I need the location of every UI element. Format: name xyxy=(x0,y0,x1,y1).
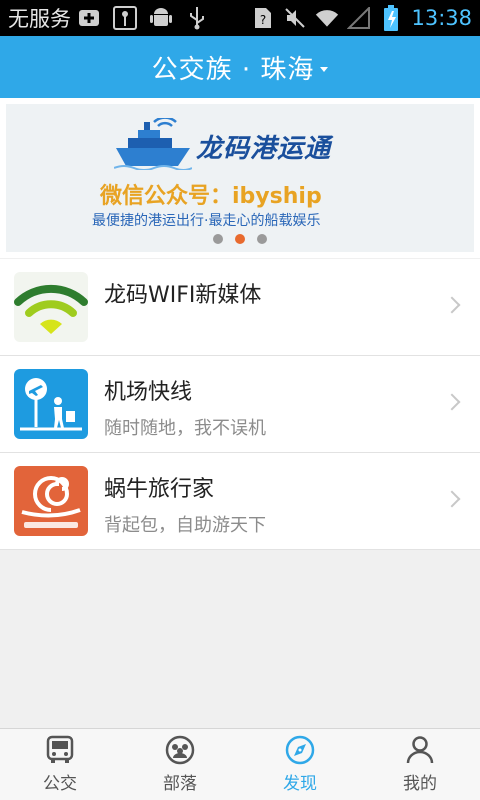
clock: 13:38 xyxy=(411,6,472,30)
nav-label: 发现 xyxy=(283,774,317,794)
nav-tab-bus[interactable]: 公交 xyxy=(0,729,120,800)
nav-label: 公交 xyxy=(43,774,77,794)
airport-express-icon xyxy=(14,369,88,439)
system-icons: ? 13:38 xyxy=(251,5,472,31)
city-selector[interactable]: 公交族 · 珠海 xyxy=(152,49,315,86)
carousel-dot-active[interactable] xyxy=(235,234,245,244)
banner-brand: 龙码港运通 xyxy=(196,134,332,164)
add-box-icon xyxy=(77,6,101,30)
nav-label: 我的 xyxy=(403,774,437,794)
list-item-airport-express[interactable]: 机场快线 随时随地，我不误机 xyxy=(0,356,480,453)
wechat-label: 微信公众号： xyxy=(100,184,233,209)
item-title: 龙码WIFI新媒体 xyxy=(104,283,262,308)
carousel-indicator xyxy=(0,234,480,244)
no-signal-icon xyxy=(347,6,371,30)
nav-label: 部落 xyxy=(163,774,197,794)
ship-icon xyxy=(114,118,192,170)
status-bar: 无服务 ? 13:38 xyxy=(0,0,480,36)
usb-icon xyxy=(185,6,209,30)
carousel-dot[interactable] xyxy=(257,234,267,244)
compass-icon xyxy=(285,735,315,765)
battery-charging-icon xyxy=(379,5,403,31)
discover-list: 龙码WIFI新媒体 机场快线 随时随地，我不误机 蜗牛旅行家 背起包，自助游天下 xyxy=(0,259,480,550)
snail-travel-icon xyxy=(14,466,88,536)
banner-slogan: 最便捷的港运出行·最走心的船载娱乐 xyxy=(92,213,321,229)
item-subtitle: 随时随地，我不误机 xyxy=(104,418,266,439)
item-title: 蜗牛旅行家 xyxy=(104,477,215,502)
android-icon xyxy=(149,6,173,30)
tribe-icon xyxy=(165,735,195,765)
chevron-right-icon xyxy=(443,490,461,508)
bus-icon xyxy=(45,735,75,765)
nav-tab-tribe[interactable]: 部落 xyxy=(120,729,240,800)
person-icon xyxy=(405,735,435,765)
svg-text:?: ? xyxy=(260,13,266,27)
wechat-id: ibyship xyxy=(232,184,322,209)
item-title: 机场快线 xyxy=(104,380,193,405)
title-bar: 公交族 · 珠海 xyxy=(0,36,480,98)
carousel-dot[interactable] xyxy=(213,234,223,244)
list-item-snail-traveler[interactable]: 蜗牛旅行家 背起包，自助游天下 xyxy=(0,453,480,550)
wifi-icon xyxy=(315,6,339,30)
unknown-sim-icon: ? xyxy=(251,6,275,30)
chevron-right-icon xyxy=(443,296,461,314)
nav-tab-discover[interactable]: 发现 xyxy=(240,729,360,800)
chevron-right-icon xyxy=(443,393,461,411)
dropdown-caret-icon[interactable] xyxy=(320,66,329,72)
wifi-logo-icon xyxy=(14,272,88,342)
mute-icon xyxy=(283,6,307,30)
carrier-text: 无服务 xyxy=(8,7,71,31)
nav-tab-mine[interactable]: 我的 xyxy=(360,729,480,800)
bottom-nav: 公交 部落 发现 我的 xyxy=(0,728,480,800)
list-item-longma-wifi[interactable]: 龙码WIFI新媒体 xyxy=(0,259,480,356)
item-subtitle: 背起包，自助游天下 xyxy=(104,515,266,536)
banner-wechat: 微信公众号：ibyship xyxy=(100,178,322,210)
banner-carousel[interactable]: 龙码港运通 微信公众号：ibyship 最便捷的港运出行·最走心的船载娱乐 xyxy=(0,98,480,258)
usb-debug-icon xyxy=(113,6,137,30)
banner-slide[interactable]: 龙码港运通 微信公众号：ibyship 最便捷的港运出行·最走心的船载娱乐 xyxy=(6,104,474,252)
notification-icons xyxy=(77,6,209,30)
